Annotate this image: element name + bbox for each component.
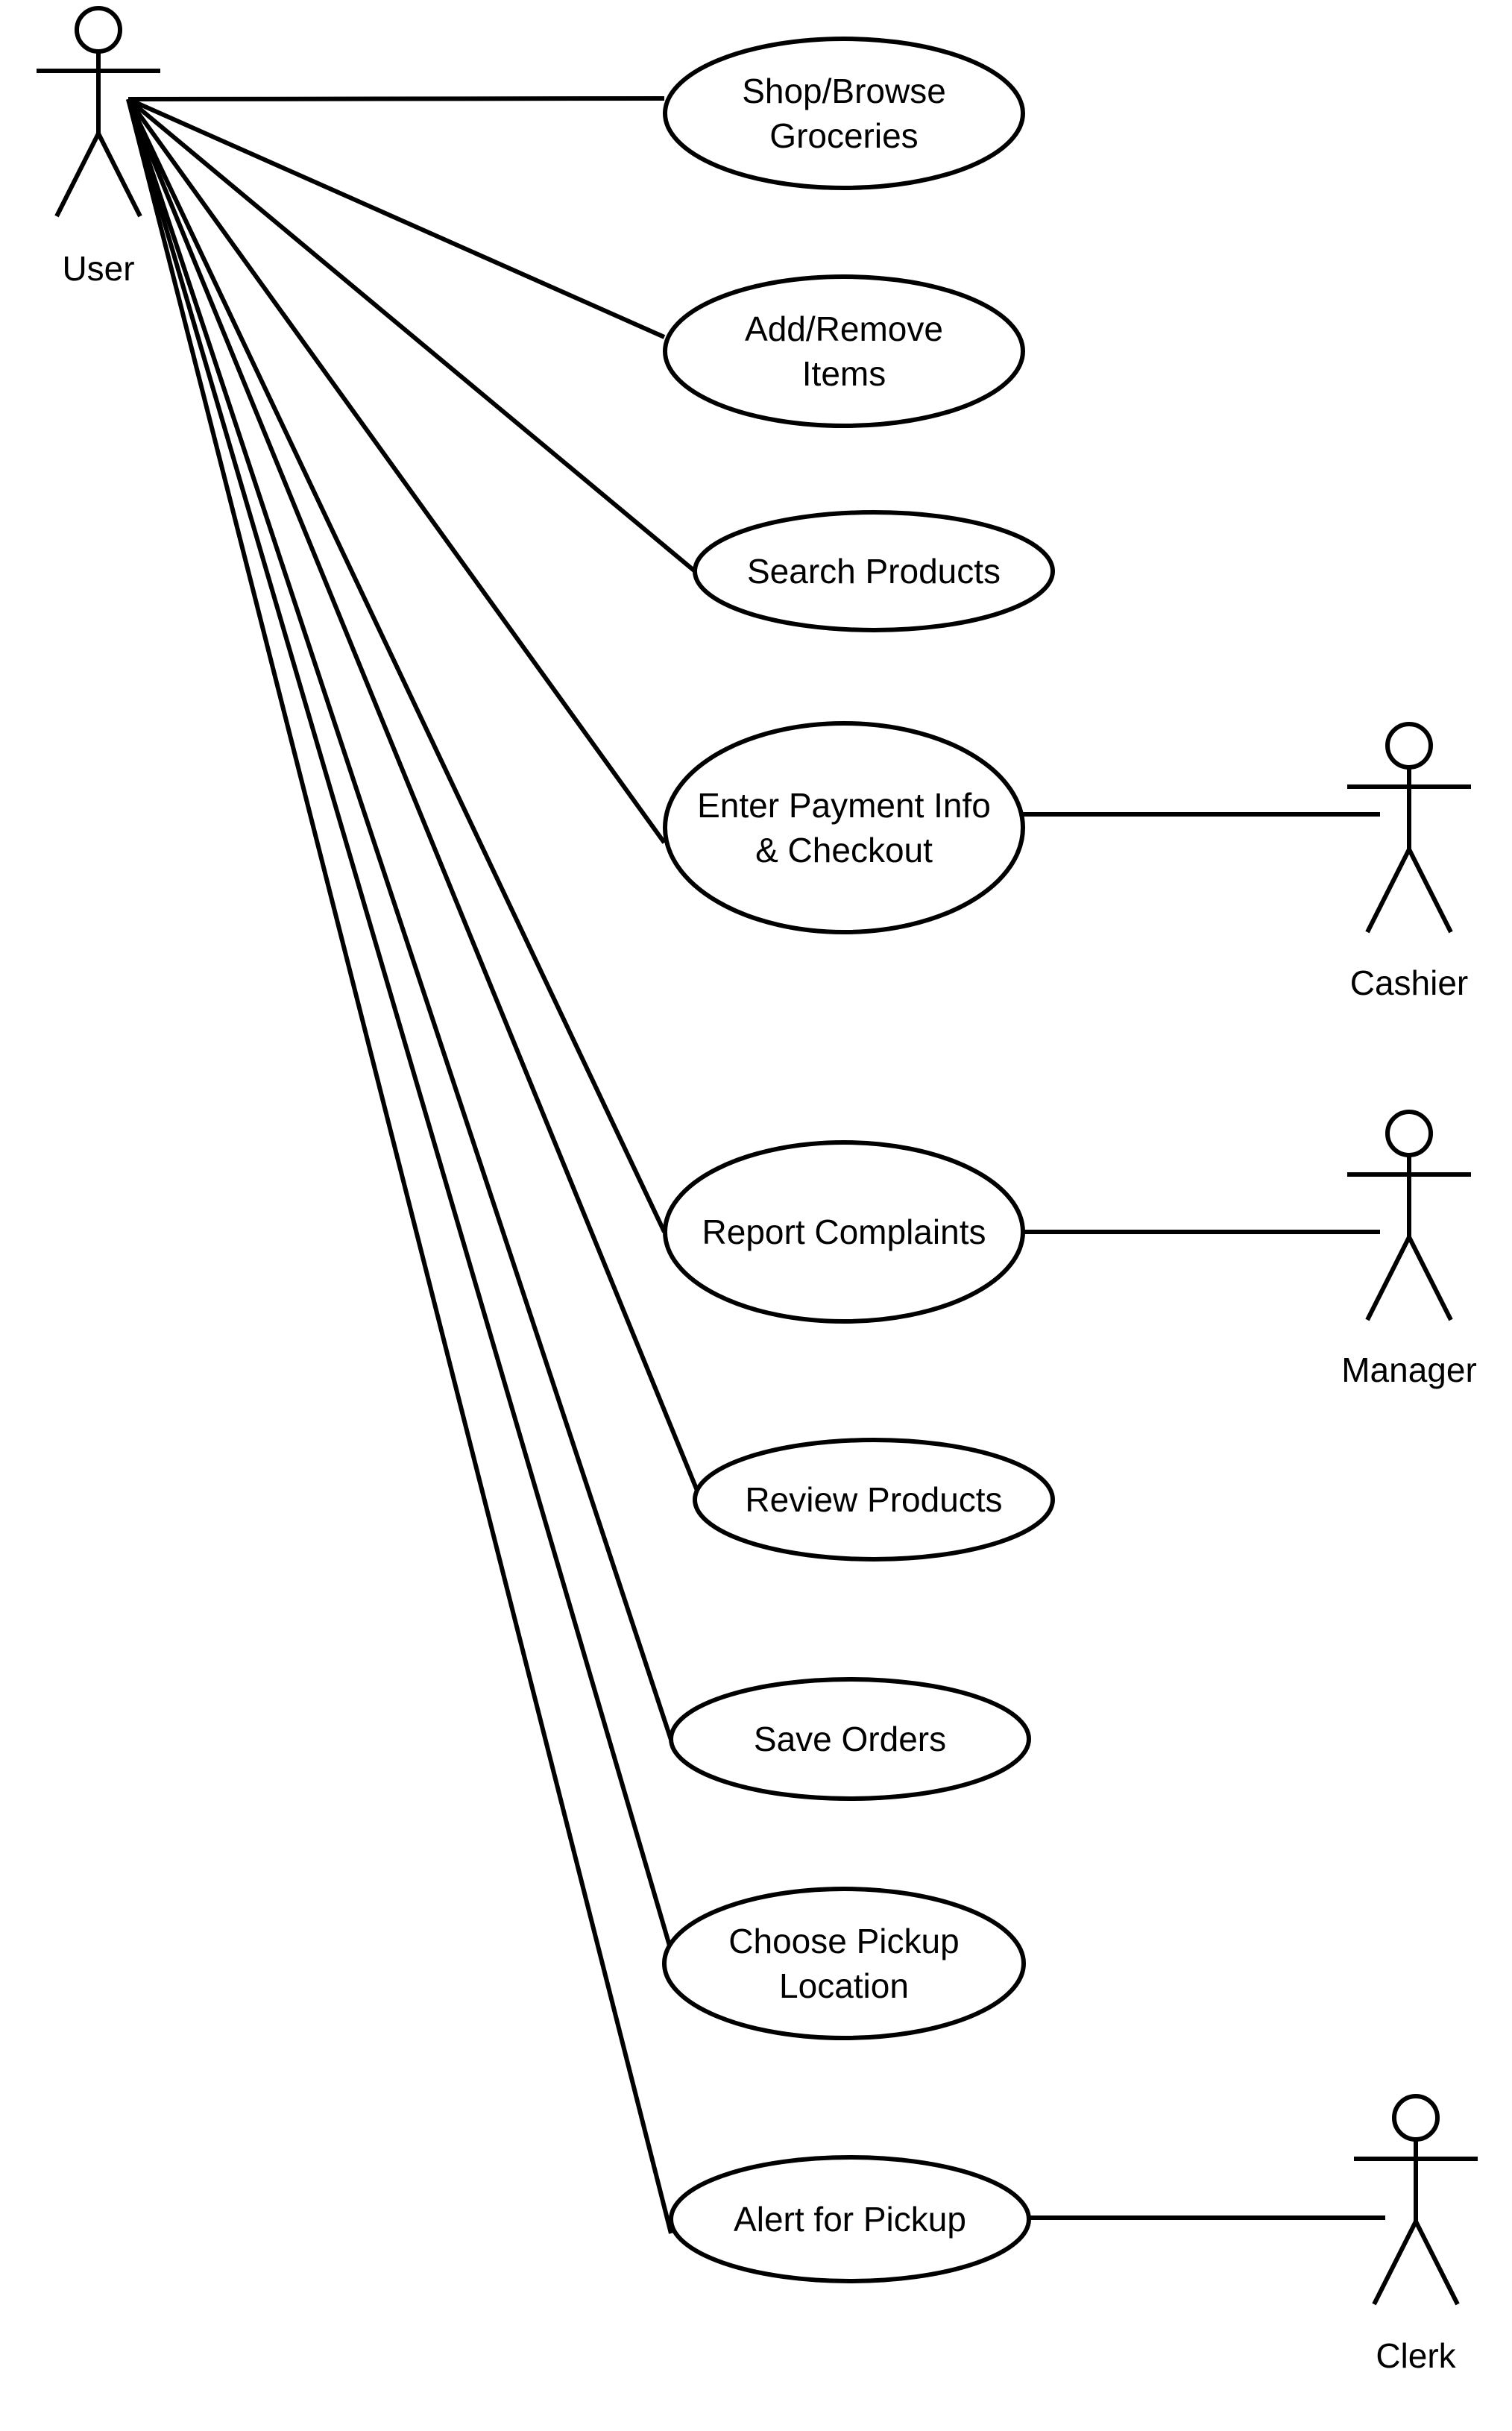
actor-head	[1385, 1110, 1433, 1157]
association-user-review	[126, 98, 703, 1501]
use-case-ellipse[interactable]	[663, 37, 1025, 190]
use-case-label: Location	[779, 1966, 909, 2005]
use-case-pickup-location[interactable]: Choose Pickup Location	[662, 1887, 1026, 2040]
association-user-payment	[126, 98, 667, 844]
use-case-payment[interactable]: Enter Payment Info & Checkout	[663, 721, 1025, 934]
actor-left-leg	[54, 132, 101, 218]
use-case-label: Save Orders	[754, 1720, 946, 1758]
actor-left-leg	[1372, 2220, 1418, 2306]
use-case-ellipse[interactable]	[663, 274, 1025, 428]
association-user-save	[126, 98, 673, 1740]
use-case-diagram: Shop/Browse Groceries Add/Remove Items Searc…	[37, 6, 1478, 2375]
use-case-label: Report Complaints	[702, 1213, 986, 1251]
use-case-label: Enter Payment Info	[697, 786, 991, 825]
association-user-search	[127, 97, 696, 573]
actor-cashier[interactable]: Cashier	[1347, 722, 1471, 1002]
actor-right-leg	[1414, 2220, 1460, 2306]
actor-left-leg	[1365, 848, 1411, 934]
use-case-report[interactable]: Report Complaints	[663, 1140, 1025, 1324]
use-case-search[interactable]: Search Products	[693, 510, 1055, 632]
use-case-label: Add/Remove	[745, 309, 943, 348]
use-case-label: Alert for Pickup	[734, 2200, 966, 2239]
use-case-ellipse[interactable]	[663, 721, 1025, 934]
association-user-shop	[127, 96, 665, 101]
use-case-label: Shop/Browse	[742, 72, 946, 110]
actor-label: Cashier	[1350, 963, 1469, 1002]
use-case-label: Choose Pickup	[728, 1922, 959, 1960]
actor-right-leg	[1407, 848, 1453, 934]
use-case-shop[interactable]: Shop/Browse Groceries	[663, 37, 1025, 190]
actor-clerk[interactable]: Clerk	[1354, 2094, 1478, 2375]
association-user-report	[126, 98, 667, 1233]
use-case-label: Search Products	[747, 552, 1001, 591]
use-case-alert[interactable]: Alert for Pickup	[669, 2155, 1031, 2283]
actor-label: Clerk	[1376, 2336, 1456, 2375]
use-case-label: Groceries	[769, 116, 918, 155]
stick-figure-icon	[1354, 2094, 1478, 2306]
use-case-label: Review Products	[745, 1480, 1002, 1519]
stick-figure-icon	[1347, 1110, 1471, 1321]
use-case-ellipse[interactable]	[662, 1887, 1026, 2040]
actor-right-leg	[1407, 1236, 1453, 1321]
association-user-pickup-location	[126, 98, 672, 1946]
use-case-review[interactable]: Review Products	[693, 1438, 1055, 1562]
actor-manager[interactable]: Manager	[1341, 1110, 1477, 1389]
stick-figure-icon	[1347, 722, 1471, 934]
use-cases: Shop/Browse Groceries Add/Remove Items Searc…	[662, 37, 1055, 2283]
use-case-save[interactable]: Save Orders	[669, 1677, 1031, 1801]
actor-label: User	[62, 249, 134, 288]
actor-head	[75, 6, 122, 54]
actor-head	[1392, 2094, 1440, 2142]
actor-label: Manager	[1341, 1350, 1477, 1389]
actor-head	[1385, 722, 1433, 770]
use-case-label: & Checkout	[755, 831, 933, 869]
actor-right-leg	[96, 132, 142, 218]
use-case-label: Items	[802, 354, 886, 393]
use-case-add-remove[interactable]: Add/Remove Items	[663, 274, 1025, 428]
association-user-alert	[126, 98, 673, 2234]
actor-left-leg	[1365, 1236, 1411, 1321]
